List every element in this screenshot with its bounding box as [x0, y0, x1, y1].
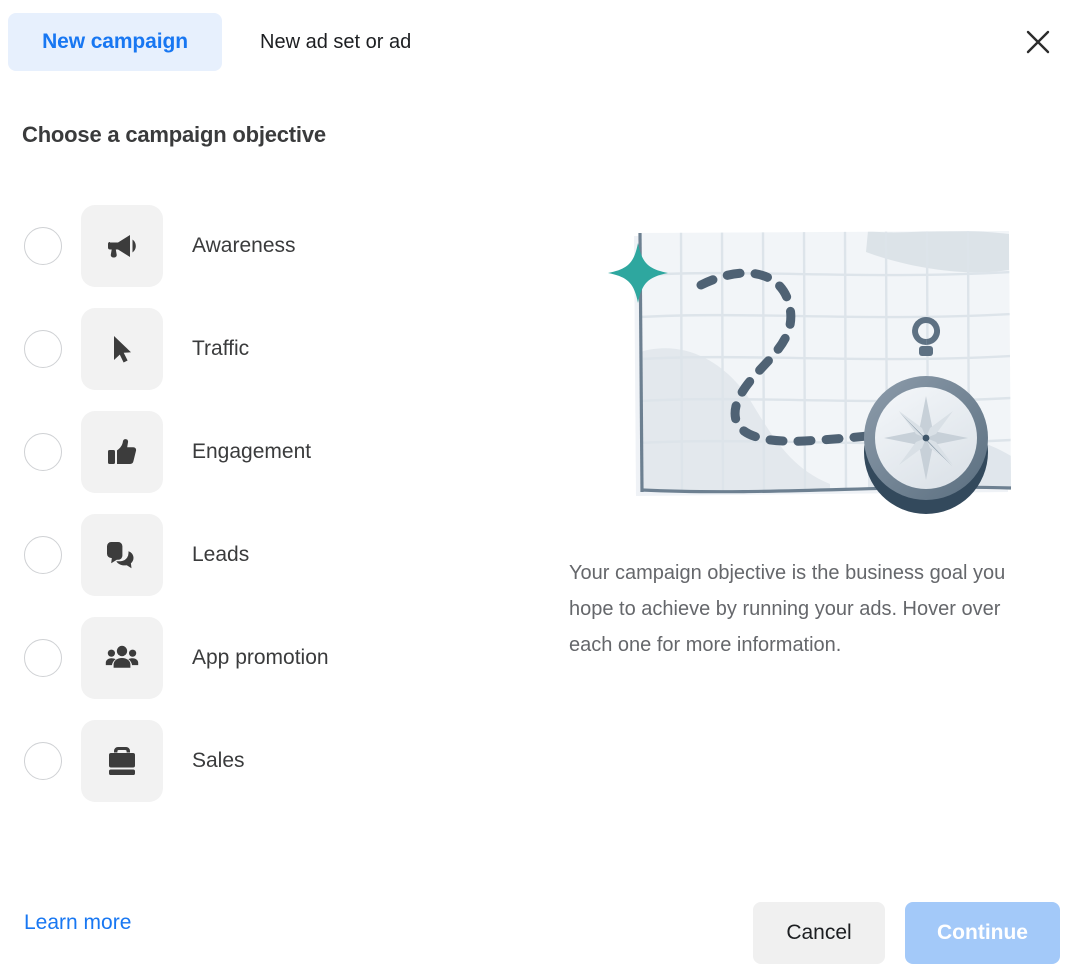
objective-label-sales: Sales	[192, 748, 245, 772]
close-button[interactable]	[1012, 16, 1064, 68]
cursor-icon	[81, 307, 163, 390]
dialog-header: New campaign New ad set or ad	[0, 0, 1080, 84]
briefcase-icon	[81, 719, 163, 802]
info-panel: Your campaign objective is the business …	[560, 200, 1060, 656]
chat-bubbles-icon	[81, 513, 163, 596]
continue-button[interactable]: Continue	[905, 902, 1060, 964]
objective-description: Your campaign objective is the business …	[569, 562, 1006, 656]
objective-row-traffic[interactable]: Traffic	[0, 297, 540, 400]
tab-new-campaign-label: New campaign	[42, 30, 188, 53]
map-with-compass-illustration	[568, 200, 1048, 520]
radio-leads[interactable]	[24, 535, 62, 574]
radio-sales[interactable]	[24, 741, 62, 780]
radio-awareness[interactable]	[24, 226, 62, 265]
cancel-button[interactable]: Cancel	[753, 902, 885, 964]
objective-label-leads: Leads	[192, 542, 250, 566]
tab-new-campaign[interactable]: New campaign	[8, 13, 222, 71]
objective-label-awareness: Awareness	[192, 233, 296, 257]
people-group-icon	[81, 616, 163, 699]
objective-row-leads[interactable]: Leads	[0, 503, 540, 606]
page-title: Choose a campaign objective	[22, 122, 326, 147]
radio-app-promotion[interactable]	[24, 638, 62, 677]
tab-new-ad-set-or-ad-label: New ad set or ad	[260, 30, 412, 53]
radio-engagement[interactable]	[24, 432, 62, 471]
radio-traffic[interactable]	[24, 329, 62, 368]
campaign-objective-dialog: New campaign New ad set or ad Choose a c…	[0, 0, 1080, 978]
objective-list: Awareness Traffic Engagement Leads App p…	[0, 194, 540, 812]
objective-row-app-promotion[interactable]: App promotion	[0, 606, 540, 709]
objective-row-awareness[interactable]: Awareness	[0, 194, 540, 297]
objective-label-engagement: Engagement	[192, 439, 312, 463]
dialog-footer: Learn more Cancel Continue	[0, 892, 1080, 978]
megaphone-icon	[81, 204, 163, 287]
objective-label-traffic: Traffic	[192, 336, 250, 360]
learn-more-link[interactable]: Learn more	[24, 911, 131, 935]
close-icon	[1025, 29, 1051, 55]
objective-row-engagement[interactable]: Engagement	[0, 400, 540, 503]
objective-label-app-promotion: App promotion	[192, 645, 329, 669]
thumbs-up-icon	[81, 410, 163, 493]
objective-row-sales[interactable]: Sales	[0, 709, 540, 812]
tab-new-ad-set-or-ad[interactable]: New ad set or ad	[242, 13, 429, 71]
